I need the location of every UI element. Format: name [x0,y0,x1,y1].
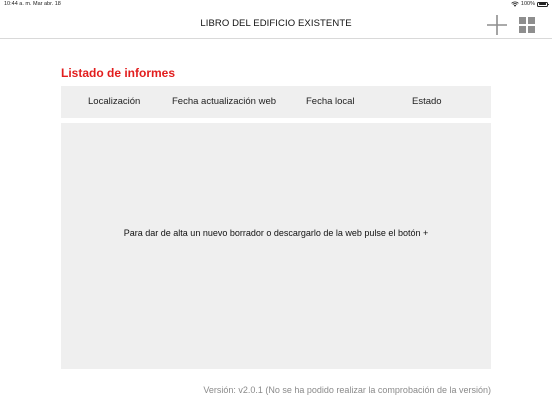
status-time: 10:44 a. m. [4,1,32,7]
grid-view-button[interactable] [518,16,536,34]
column-header-status[interactable]: Estado [412,96,442,107]
column-header-local-date[interactable]: Fecha local [306,96,355,107]
battery-icon [537,1,549,7]
wifi-icon [511,1,519,7]
status-indicators: 100% [511,1,549,7]
column-header-location[interactable]: Localización [88,96,140,107]
status-bar: 10:44 a. m. Mar abr. 18 100% [0,0,552,10]
plus-icon [487,15,507,35]
status-date: Mar abr. 18 [33,1,61,7]
empty-list-message: Para dar de alta un nuevo borrador o des… [123,228,429,238]
app-title: LIBRO DEL EDIFICIO EXISTENTE [200,18,352,29]
version-info: Versión: v2.0.1 (No se ha podido realiza… [203,385,491,395]
reports-list[interactable]: Para dar de alta un nuevo borrador o des… [61,123,491,369]
table-header: Localización Fecha actualización web Fec… [61,86,491,118]
reports-list-title: Listado de informes [61,66,176,80]
column-header-web-update-date[interactable]: Fecha actualización web [172,96,276,107]
battery-percent: 100% [520,1,535,7]
grid-icon [519,17,535,33]
add-report-button[interactable] [486,14,508,36]
navigation-bar: LIBRO DEL EDIFICIO EXISTENTE [0,10,552,39]
